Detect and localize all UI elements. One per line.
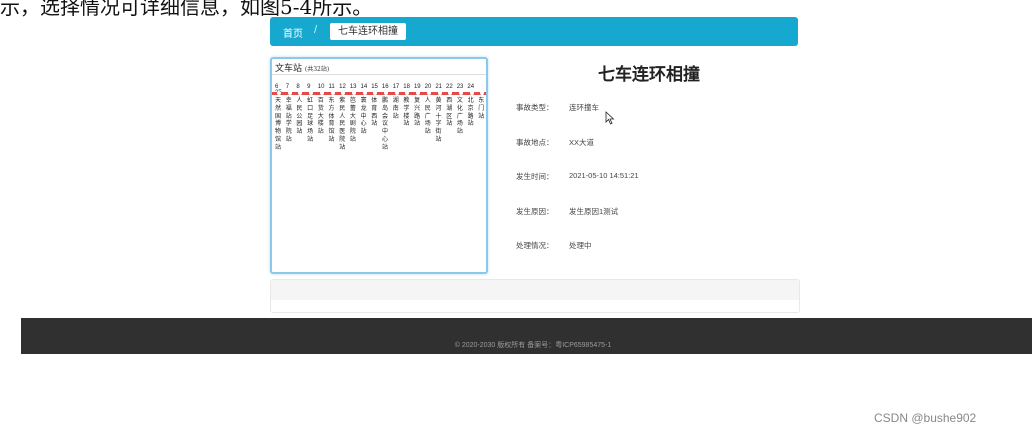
route-station-name[interactable]: 幸福站学院站 [286, 98, 294, 145]
route-station-number: 21 [435, 84, 442, 90]
route-station-dot [298, 91, 303, 95]
content-panel [270, 279, 800, 313]
route-station-dot [416, 91, 421, 95]
route-station-number: 14 [360, 84, 368, 90]
route-station-number: 7 [285, 84, 290, 90]
detail-value-status: 处理中 [569, 241, 592, 250]
route-station-name[interactable]: 虹口足球场站 [307, 98, 315, 145]
route-station-name[interactable]: 复兴路站 [414, 98, 422, 129]
route-station-dot [341, 91, 346, 95]
detail-value-time: 2021-05-10 14:51:21 [569, 171, 639, 180]
route-map-card: 文车站 (共32站) 6 7 8 9 10 11 12 13 14 15 16 17 18 19 20 21 2… [270, 57, 488, 274]
route-station-dot [373, 91, 378, 95]
page-title: 七车连环相撞 [598, 65, 700, 84]
route-line [272, 91, 486, 95]
route-station-number: 10 [317, 84, 325, 90]
route-title: 文车站 (共32站) [275, 61, 329, 74]
breadcrumb-separator: / [314, 24, 318, 36]
route-station-number: 12 [339, 84, 346, 90]
route-station-number: 13 [349, 84, 357, 90]
route-station-number: 19 [413, 84, 421, 90]
route-station-number: 22 [446, 84, 453, 90]
route-station-number: 11 [328, 84, 335, 90]
route-station-dot [469, 91, 474, 95]
route-station-name[interactable]: 人民公园站 [296, 98, 304, 137]
route-station-count: (共32站) [304, 66, 330, 73]
footer-copyright: © 2020-2030 版权所有 备案号：粤ICP65985475-1 [454, 342, 612, 349]
breadcrumb: 首页 / 七车连环相撞 [270, 17, 798, 46]
detail-label-status: 处理情况： [516, 241, 554, 250]
route-name: 文车站 [275, 64, 303, 74]
detail-label-time: 发生时间： [516, 172, 554, 181]
route-station-name[interactable]: 体育西站 [371, 98, 379, 129]
route-divider [272, 74, 486, 75]
route-station-dot [480, 91, 485, 95]
route-station-name[interactable]: 紫民人民医院站 [339, 98, 347, 153]
route-station-number: 17 [392, 84, 400, 90]
detail-label-cause: 发生原因： [516, 207, 554, 216]
watermark: CSDN @bushe902 [874, 411, 977, 425]
route-station-name[interactable]: 湖南站 [393, 98, 401, 121]
content-panel-header [271, 280, 799, 300]
detail-value-type: 连环撞车 [569, 103, 599, 112]
route-station-name[interactable]: 东门站 [478, 98, 486, 121]
route-station-dot [287, 91, 292, 95]
detail-value-cause: 发生原因1测试 [569, 207, 619, 216]
route-station-dot [309, 91, 314, 95]
route-station-name[interactable]: 文化广场站 [457, 98, 465, 137]
route-station-number: 8 [296, 84, 300, 90]
route-station-dot [394, 91, 399, 95]
footer: © 2020-2030 版权所有 备案号：粤ICP65985475-1 [21, 318, 1032, 354]
route-station-dot [277, 91, 281, 95]
breadcrumb-home-link[interactable]: 首页 [283, 25, 303, 40]
route-station-name[interactable]: 教学楼站 [403, 98, 411, 129]
route-station-name[interactable]: 寰龙中心站 [361, 98, 369, 137]
route-station-dot [458, 91, 463, 95]
route-station-name[interactable]: 天然国博物馆站 [275, 98, 283, 153]
route-station-name[interactable]: 黄河十字街站 [436, 98, 444, 145]
route-station-dot [405, 91, 410, 95]
route-station-name[interactable]: 鹏岛会议中心站 [382, 98, 390, 153]
route-station-dot [384, 91, 388, 95]
breadcrumb-current: 七车连环相撞 [330, 23, 406, 40]
route-station-name[interactable]: 人民广场站 [425, 98, 433, 137]
route-station-number: 20 [424, 84, 432, 90]
route-station-dot [362, 91, 367, 95]
route-station-number: 18 [403, 84, 410, 90]
route-station-dot [351, 91, 356, 95]
detail-label-location: 事故地点： [516, 138, 554, 147]
route-station-dot [330, 91, 335, 95]
route-station-name[interactable]: 百货大楼站 [318, 98, 326, 137]
route-station-number: 23 [456, 84, 464, 90]
route-station-dot [448, 91, 453, 95]
route-station-name[interactable]: 东方体育馆站 [329, 98, 337, 145]
route-station-number: 9 [307, 84, 311, 90]
route-station-number: 24 [467, 84, 475, 90]
route-station-dot [426, 91, 431, 95]
detail-value-location: XX大道 [569, 138, 595, 147]
route-station-dot [437, 91, 442, 95]
route-station-dot [319, 91, 324, 95]
route-station-name[interactable]: 北京路站 [468, 98, 476, 129]
mouse-cursor-icon [605, 111, 615, 125]
detail-label-type: 事故类型： [516, 103, 554, 112]
route-station-name[interactable]: 芭蕾大剧院站 [350, 98, 358, 145]
route-station-number: 15 [371, 84, 378, 90]
route-station-number: 16 [381, 84, 389, 90]
route-station-name[interactable]: 西湖区站 [446, 98, 454, 129]
